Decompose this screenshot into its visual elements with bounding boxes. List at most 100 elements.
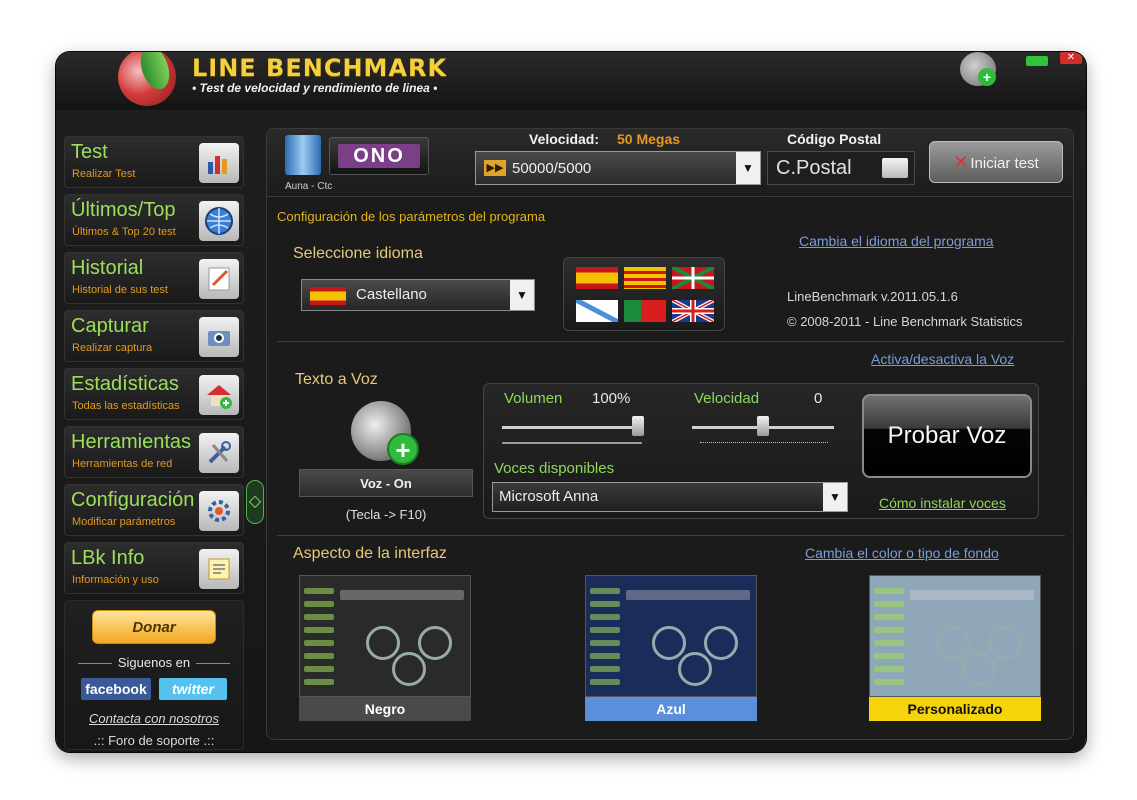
sidebar-item-historial[interactable]: Historial Historial de sus test xyxy=(64,252,244,304)
volume-label: Volumen xyxy=(504,390,563,407)
test-voice-button[interactable]: Probar Voz xyxy=(862,394,1032,478)
theme-preview-bar xyxy=(874,666,904,672)
sidebar-item-ultimos-top[interactable]: Últimos/Top Últimos & Top 20 test xyxy=(64,194,244,246)
volume-slider-track[interactable] xyxy=(502,426,642,429)
catalonia-flag-icon[interactable] xyxy=(624,267,666,289)
sidebar-item-test[interactable]: Test Realizar Test xyxy=(64,136,244,188)
sidebar-item-estadisticas[interactable]: Estadísticas Todas las estadísticas xyxy=(64,368,244,420)
postal-label: Código Postal xyxy=(787,131,882,147)
postal-code-input[interactable]: C.Postal xyxy=(767,151,915,185)
theme-preview-bar xyxy=(590,627,620,633)
theme-preview-gauge xyxy=(392,652,426,686)
theme-label-negro[interactable]: Negro xyxy=(299,697,471,721)
theme-thumb-negro[interactable] xyxy=(299,575,471,697)
speed-select[interactable]: ▶▶ 50000/5000 ▼ xyxy=(475,151,761,185)
settings-icon xyxy=(199,491,239,531)
minimize-button[interactable] xyxy=(1026,56,1048,66)
theme-preview-gauge xyxy=(936,626,970,660)
theme-preview-bar xyxy=(874,601,904,607)
volume-slider-thumb[interactable] xyxy=(632,416,644,436)
contact-link[interactable]: Contacta con nosotros xyxy=(65,711,243,726)
donate-button[interactable]: Donar xyxy=(92,610,216,644)
chevron-down-icon[interactable]: ▼ xyxy=(823,483,847,511)
sidebar-item-sublabel: Modificar parámetros xyxy=(72,516,176,528)
config-section-title: Configuración de los parámetros del prog… xyxy=(277,209,546,224)
select-language-label: Seleccione idioma xyxy=(293,245,423,262)
spain-flag-icon xyxy=(310,287,346,305)
chevron-down-icon[interactable]: ▼ xyxy=(736,152,760,184)
change-language-link[interactable]: Cambia el idioma del programa xyxy=(799,233,994,249)
tools-icon xyxy=(199,433,239,473)
sidebar-item-sublabel: Todas las estadísticas xyxy=(72,400,180,412)
envelope-icon xyxy=(882,158,908,178)
twitter-button[interactable]: twitter xyxy=(159,678,227,700)
chart-icon xyxy=(199,143,239,183)
basque-flag-icon[interactable] xyxy=(671,265,715,291)
sidebar-item-lbk-info[interactable]: LBk Info Información y uso xyxy=(64,542,244,594)
theme-preview-bar xyxy=(874,614,904,620)
theme-preview-gauge xyxy=(704,626,738,660)
postal-code-placeholder: C.Postal xyxy=(776,157,852,179)
theme-preview-gauge xyxy=(988,626,1022,660)
speed-selected-value: 50000/5000 xyxy=(512,160,592,177)
theme-thumb-personalizado[interactable] xyxy=(869,575,1041,697)
voice-toggle-button[interactable]: Voz - On xyxy=(299,469,473,497)
theme-preview-gauge xyxy=(366,626,400,660)
sidebar-item-label: Configuración xyxy=(71,489,195,511)
forum-link[interactable]: .:: Foro de soporte .:: xyxy=(65,733,243,748)
volume-slider-ticks xyxy=(502,442,642,444)
voices-select[interactable]: Microsoft Anna ▼ xyxy=(492,482,848,512)
language-select[interactable]: Castellano ▼ xyxy=(301,279,535,311)
start-test-label: Iniciar test xyxy=(970,155,1039,172)
sidebar-item-configuracion[interactable]: Configuración Modificar parámetros xyxy=(64,484,244,536)
theme-preview-gauge xyxy=(418,626,452,660)
sidebar-item-capturar[interactable]: Capturar Realizar captura xyxy=(64,310,244,362)
change-background-link[interactable]: Cambia el color o tipo de fondo xyxy=(805,545,999,561)
theme-preview-bar xyxy=(874,588,904,594)
theme-label-personalizado[interactable]: Personalizado xyxy=(869,697,1041,721)
app-window: LINE BENCHMARK • Test de velocidad y ren… xyxy=(56,52,1086,752)
theme-thumb-azul[interactable] xyxy=(585,575,757,697)
theme-preview-bar xyxy=(874,653,904,659)
sidebar-item-herramientas[interactable]: Herramientas Herramientas de red xyxy=(64,426,244,478)
portugal-flag-icon[interactable] xyxy=(624,300,666,322)
theme-preview-bar xyxy=(304,601,334,607)
facebook-button[interactable]: facebook xyxy=(81,678,151,700)
isp-logo[interactable]: ONO xyxy=(329,137,429,175)
close-x-icon: ✕ xyxy=(953,152,969,172)
speed-slider-ticks xyxy=(700,442,828,446)
sidebar-item-label: Últimos/Top xyxy=(71,199,176,221)
theme-preview-gauge xyxy=(678,652,712,686)
notepad-icon xyxy=(199,259,239,299)
sidebar-item-label: Historial xyxy=(71,257,144,279)
spain-flag-icon[interactable] xyxy=(576,267,618,289)
theme-preview-bar xyxy=(590,679,620,685)
theme-preview-bar xyxy=(874,627,904,633)
uk-flag-icon[interactable] xyxy=(671,298,715,324)
globe-icon xyxy=(199,201,239,241)
theme-preview-gauge xyxy=(962,652,996,686)
voice-selected-value: Microsoft Anna xyxy=(499,488,599,505)
collapse-arrow-icon[interactable]: ◇ xyxy=(246,480,264,524)
theme-preview-bar xyxy=(874,679,904,685)
theme-preview-bar xyxy=(304,614,334,620)
install-voices-link[interactable]: Cómo instalar voces xyxy=(879,495,1006,511)
isp-name: Auna - Ctc xyxy=(285,181,333,192)
toggle-voice-link[interactable]: Activa/desactiva la Voz xyxy=(871,351,1014,367)
app-title: LINE BENCHMARK xyxy=(192,54,448,82)
speed-label: Velocidad: xyxy=(529,131,600,147)
galicia-flag-icon[interactable] xyxy=(574,297,620,325)
sidebar-item-sublabel: Realizar captura xyxy=(72,342,153,354)
close-button[interactable]: ✕ xyxy=(1060,52,1082,64)
sidebar-item-label: Capturar xyxy=(71,315,149,337)
house-icon xyxy=(199,375,239,415)
speed-value: 50 Megas xyxy=(617,131,681,147)
start-test-button[interactable]: ✕ Iniciar test xyxy=(929,141,1063,183)
sidebar-item-sublabel: Realizar Test xyxy=(72,168,136,180)
sidebar-item-sublabel: Últimos & Top 20 test xyxy=(72,226,176,238)
speed-slider-thumb[interactable] xyxy=(757,416,769,436)
version-text: LineBenchmark v.2011.05.1.6 xyxy=(787,289,958,304)
chevron-down-icon[interactable]: ▼ xyxy=(510,280,534,310)
theme-preview-bar xyxy=(590,601,620,607)
theme-label-azul[interactable]: Azul xyxy=(585,697,757,721)
